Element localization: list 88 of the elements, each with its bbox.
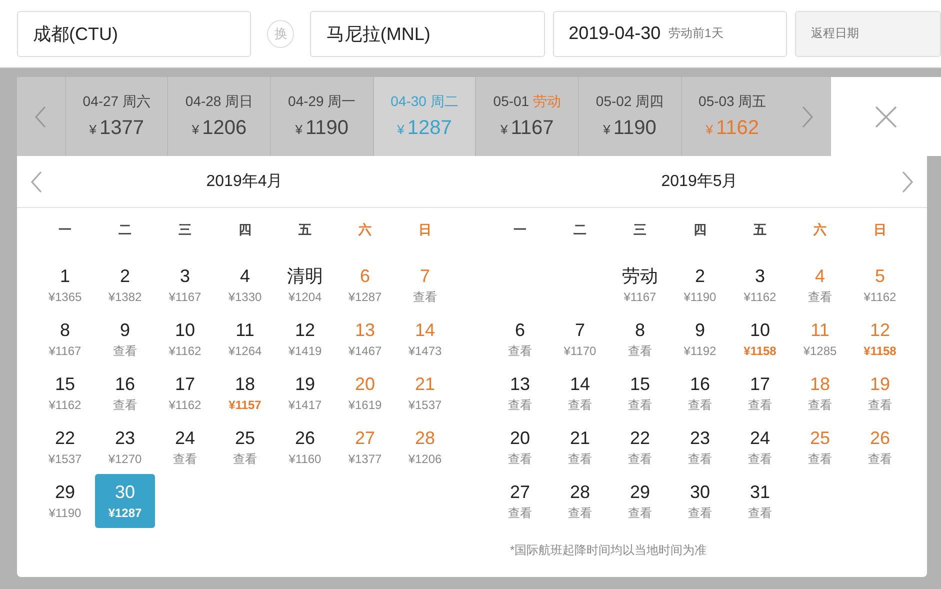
calendar-day[interactable]: 28 ¥1206 xyxy=(395,420,455,474)
calendar-day[interactable]: 6 ¥1287 xyxy=(335,258,395,312)
calendar-day[interactable]: 29 ¥1190 xyxy=(35,474,95,528)
footnote: *国际航班起降时间均以当地时间为准 xyxy=(510,542,708,559)
weekday-label: 二 xyxy=(572,221,588,239)
calendar-day[interactable]: 24 查看 xyxy=(730,420,790,474)
calendar-day[interactable]: 3 ¥1167 xyxy=(155,258,215,312)
calendar-day[interactable]: 10 ¥1158 xyxy=(730,312,790,366)
calendar-day[interactable]: 22 ¥1537 xyxy=(35,420,95,474)
calendar-day[interactable]: 21 查看 xyxy=(550,420,610,474)
calendar-day[interactable]: 17 ¥1162 xyxy=(155,366,215,420)
weekday-label: 一 xyxy=(58,221,72,239)
calendar-day[interactable]: 19 ¥1417 xyxy=(275,366,335,420)
month-title: 2019年5月 xyxy=(660,172,739,192)
destination-field[interactable]: 马尼拉(MNL) xyxy=(310,10,545,56)
calendar-day[interactable]: 14 查看 xyxy=(550,366,610,420)
calendar-day[interactable]: 11 ¥1285 xyxy=(790,312,850,366)
weekday-label: 四 xyxy=(238,221,252,239)
calendar-day[interactable]: 27 ¥1377 xyxy=(335,420,395,474)
calendar-day[interactable]: 20 查看 xyxy=(490,420,550,474)
calendar-day[interactable]: 13 查看 xyxy=(490,366,550,420)
calendar-day[interactable]: 劳动 ¥1167 xyxy=(610,258,670,312)
calendar-day[interactable]: 12 ¥1419 xyxy=(275,312,335,366)
calendar-day[interactable]: 26 查看 xyxy=(850,420,910,474)
calendar-day[interactable]: 14 ¥1473 xyxy=(395,312,455,366)
chevron-right-icon xyxy=(802,106,813,128)
calendar-day[interactable]: 13 ¥1467 xyxy=(335,312,395,366)
calendar-day[interactable]: 23 查看 xyxy=(670,420,730,474)
calendar-day[interactable]: 7 查看 xyxy=(395,258,455,312)
close-icon xyxy=(875,106,897,128)
calendar-day[interactable]: 16 查看 xyxy=(95,366,155,420)
calendar-day[interactable]: 1 ¥1365 xyxy=(35,258,95,312)
date-value: 2019-04-30 xyxy=(568,23,661,44)
calendar-day[interactable]: 15 ¥1162 xyxy=(35,366,95,420)
calendar-day[interactable]: 6 查看 xyxy=(490,312,550,366)
calendar-day[interactable]: 9 ¥1192 xyxy=(670,312,730,366)
calendar-day[interactable]: 15 查看 xyxy=(610,366,670,420)
calendar-day[interactable]: 17 查看 xyxy=(730,366,790,420)
calendar-day[interactable]: 22 查看 xyxy=(610,420,670,474)
weekday-label: 一 xyxy=(512,221,528,239)
calendar-day[interactable]: 18 查看 xyxy=(790,366,850,420)
calendar-day[interactable]: 7 ¥1170 xyxy=(550,312,610,366)
calendar-day[interactable]: 5 ¥1162 xyxy=(850,258,910,312)
calendar-day[interactable]: 9 查看 xyxy=(95,312,155,366)
next-month-icon xyxy=(902,170,913,192)
calendar-day[interactable]: 21 ¥1537 xyxy=(395,366,455,420)
calendar-day[interactable]: 4 查看 xyxy=(790,258,850,312)
calendar-day[interactable]: 23 ¥1270 xyxy=(95,420,155,474)
weekday-label: 日 xyxy=(872,221,888,239)
calendar-day[interactable]: 26 ¥1160 xyxy=(275,420,335,474)
weekday-label: 五 xyxy=(752,221,768,239)
departure-field[interactable]: 成都(CTU) xyxy=(17,10,252,56)
calendar-day[interactable]: 2 ¥1382 xyxy=(95,258,155,312)
return-date-field[interactable]: 返程日期 xyxy=(794,10,941,56)
previous-month-icon xyxy=(31,170,42,192)
calendar-day[interactable]: 29 查看 xyxy=(610,474,670,528)
calendar-day[interactable]: 2 ¥1190 xyxy=(670,258,730,312)
weekday-label: 四 xyxy=(692,221,708,239)
calendar-day[interactable]: 19 查看 xyxy=(850,366,910,420)
chevron-left-icon xyxy=(35,106,46,128)
weekday-label: 六 xyxy=(812,221,828,239)
calendar-day[interactable]: 25 查看 xyxy=(790,420,850,474)
calendar-day[interactable]: 24 查看 xyxy=(155,420,215,474)
weekday-label: 五 xyxy=(298,221,312,239)
calendar-day[interactable]: 25 查看 xyxy=(215,420,275,474)
weekday-label: 六 xyxy=(357,221,372,239)
weekday-label: 三 xyxy=(178,221,192,239)
calendar-day[interactable]: 18 ¥1157 xyxy=(215,366,275,420)
calendar-day[interactable]: 31 查看 xyxy=(730,474,790,528)
calendar-day[interactable]: 28 查看 xyxy=(550,474,610,528)
calendar-day[interactable]: 清明 ¥1204 xyxy=(275,258,335,312)
holiday-note: 劳动前1天 xyxy=(668,25,724,42)
calendar-day[interactable]: 30 查看 xyxy=(670,474,730,528)
weekday-label: 二 xyxy=(118,221,132,239)
close-button[interactable] xyxy=(831,77,941,156)
calendar-day[interactable]: 3 ¥1162 xyxy=(730,258,790,312)
calendar-day[interactable]: 20 ¥1619 xyxy=(335,366,395,420)
depart-date-field[interactable]: 2019-04-30 劳动前1天 xyxy=(552,10,787,56)
calendar-day[interactable]: 27 查看 xyxy=(490,474,550,528)
weekday-label: 日 xyxy=(418,221,432,239)
calendar-day[interactable]: 8 ¥1167 xyxy=(35,312,95,366)
calendar-day[interactable]: 10 ¥1162 xyxy=(155,312,215,366)
calendar-day[interactable]: 4 ¥1330 xyxy=(215,258,275,312)
month-title: 2019年4月 xyxy=(205,172,284,192)
calendar-day[interactable]: 11 ¥1264 xyxy=(215,312,275,366)
calendar-day[interactable]: 16 查看 xyxy=(670,366,730,420)
weekday-label: 三 xyxy=(632,221,648,239)
calendar-day[interactable]: 8 查看 xyxy=(610,312,670,366)
